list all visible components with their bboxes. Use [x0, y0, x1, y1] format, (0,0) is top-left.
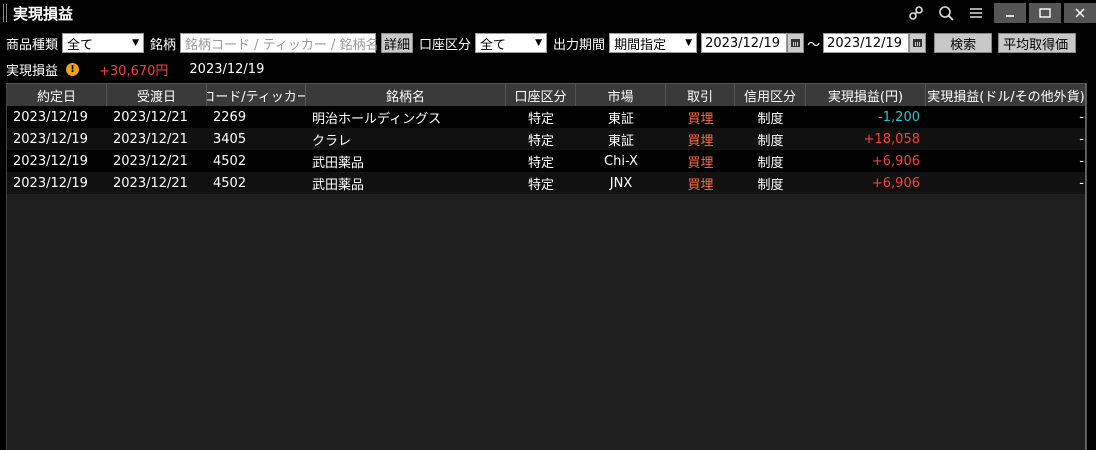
table-row[interactable]: 2023/12/19 2023/12/21 4502 武田薬品 特定 JNX 買…: [7, 172, 1086, 194]
cell-market: 東証: [607, 133, 634, 149]
account-type-value: 全て: [480, 37, 507, 53]
cell-name: 武田薬品: [312, 177, 365, 193]
cell-pl-foreign: -: [1079, 131, 1084, 147]
drag-grip-icon[interactable]: [3, 4, 9, 22]
cell-margin-type: 制度: [757, 133, 784, 149]
table-row[interactable]: 2023/12/19 2023/12/21 2269 明治ホールディングス 特定…: [7, 106, 1086, 128]
product-type-label: 商品種類: [6, 37, 59, 53]
cell-margin-type: 制度: [757, 111, 784, 127]
col-header-pl-foreign[interactable]: 実現損益(ドル/その他外貨): [926, 84, 1086, 106]
cell-account: 特定: [527, 133, 554, 149]
product-type-select[interactable]: 全て ▼: [62, 33, 145, 53]
summary-date: 2023/12/19: [189, 61, 265, 77]
cell-settle-date: 2023/12/21: [113, 131, 188, 147]
cell-pl-jpy: +6,906: [871, 175, 920, 191]
cell-account: 特定: [527, 111, 554, 127]
cell-trade-date: 2023/12/19: [13, 131, 88, 147]
realized-pl-table: 約定日 受渡日 コード/ティッカー 銘柄名 口座区分 市場 取引 信用区分 実現…: [6, 83, 1087, 450]
col-header-name[interactable]: 銘柄名: [306, 84, 506, 106]
cell-code: 2269: [213, 109, 247, 125]
col-header-account[interactable]: 口座区分: [506, 84, 576, 106]
search-icon[interactable]: [931, 0, 961, 26]
calendar-icon: [913, 39, 923, 47]
cell-pl-foreign: -: [1079, 175, 1084, 191]
cell-market: 東証: [607, 111, 634, 127]
cell-name: クラレ: [312, 133, 352, 149]
cell-pl-jpy: +18,058: [863, 131, 920, 147]
period-select[interactable]: 期間指定 ▼: [609, 33, 698, 53]
product-type-value: 全て: [67, 37, 94, 53]
menu-icon[interactable]: [961, 0, 991, 26]
date-from-input[interactable]: 2023/12/19: [701, 33, 788, 53]
date-from-calendar-button[interactable]: [787, 33, 805, 53]
detail-button[interactable]: 詳細: [381, 33, 414, 53]
window-title: 実現損益: [13, 4, 74, 23]
account-type-label: 口座区分: [419, 37, 472, 53]
summary-label: 実現損益: [6, 63, 59, 79]
period-label: 出力期間: [553, 37, 606, 53]
cell-code: 3405: [213, 131, 247, 147]
col-header-pl-jpy[interactable]: 実現損益(円): [806, 84, 926, 106]
date-range-separator: ～: [807, 37, 821, 53]
cell-trade: 買埋: [687, 133, 714, 149]
close-button[interactable]: [1064, 3, 1096, 23]
table-header: 約定日 受渡日 コード/ティッカー 銘柄名 口座区分 市場 取引 信用区分 実現…: [7, 83, 1086, 106]
warning-icon[interactable]: !: [66, 62, 80, 76]
cell-trade-date: 2023/12/19: [13, 175, 88, 191]
cell-name: 武田薬品: [312, 155, 365, 171]
cell-market: JNX: [609, 175, 633, 191]
summary-row: 実現損益 ! +30,670円 2023/12/19: [0, 59, 264, 79]
chevron-down-icon: ▼: [132, 38, 140, 48]
cell-market: Chi-X: [604, 153, 638, 169]
filter-bar: 商品種類 全て ▼ 銘柄 銘柄コード / ティッカー / 銘柄名 ▼ 詳細 口座…: [0, 31, 1096, 55]
period-value: 期間指定: [614, 37, 667, 53]
symbol-label: 銘柄: [150, 37, 177, 53]
cell-pl-jpy: +6,906: [871, 153, 920, 169]
cell-account: 特定: [527, 155, 554, 171]
date-to-input[interactable]: 2023/12/19: [823, 33, 910, 53]
date-to-calendar-button[interactable]: [909, 33, 927, 53]
cell-account: 特定: [527, 177, 554, 193]
col-header-market[interactable]: 市場: [576, 84, 666, 106]
link-icon[interactable]: [901, 0, 931, 26]
chevron-down-icon: ▼: [685, 38, 693, 48]
cell-trade-date: 2023/12/19: [13, 109, 88, 125]
cell-name: 明治ホールディングス: [312, 111, 442, 127]
summary-amount: +30,670円: [99, 63, 169, 79]
account-type-select[interactable]: 全て ▼: [475, 33, 548, 53]
col-header-trade[interactable]: 取引: [666, 84, 735, 106]
minimize-button[interactable]: [994, 3, 1026, 23]
calendar-icon: [791, 39, 801, 47]
title-bar-controls: [901, 0, 1096, 26]
cell-code: 4502: [213, 153, 247, 169]
cell-code: 4502: [213, 175, 247, 191]
maximize-button[interactable]: [1029, 3, 1061, 23]
cell-settle-date: 2023/12/21: [113, 153, 188, 169]
search-button[interactable]: 検索: [934, 33, 993, 53]
average-cost-button[interactable]: 平均取得価: [998, 33, 1077, 53]
vertical-scrollbar[interactable]: [1085, 83, 1086, 450]
chevron-down-icon: ▼: [535, 38, 543, 48]
col-header-margin-type[interactable]: 信用区分: [735, 84, 806, 106]
col-header-code[interactable]: コード/ティッカー: [207, 84, 306, 106]
cell-pl-foreign: -: [1079, 153, 1084, 169]
cell-trade-date: 2023/12/19: [13, 153, 88, 169]
col-header-settle-date[interactable]: 受渡日: [107, 84, 207, 106]
cell-pl-jpy: -1,200: [878, 109, 920, 125]
cell-settle-date: 2023/12/21: [113, 175, 188, 191]
table-row[interactable]: 2023/12/19 2023/12/21 3405 クラレ 特定 東証 買埋 …: [7, 128, 1086, 150]
cell-trade: 買埋: [687, 155, 714, 171]
col-header-trade-date[interactable]: 約定日: [7, 84, 107, 106]
symbol-input[interactable]: 銘柄コード / ティッカー / 銘柄名 ▼: [180, 33, 389, 53]
cell-margin-type: 制度: [757, 177, 784, 193]
cell-trade: 買埋: [687, 111, 714, 127]
title-bar: 実現損益: [0, 0, 1096, 26]
cell-pl-foreign: -: [1079, 109, 1084, 125]
table-row[interactable]: 2023/12/19 2023/12/21 4502 武田薬品 特定 Chi-X…: [7, 150, 1086, 172]
cell-margin-type: 制度: [757, 155, 784, 171]
cell-trade: 買埋: [687, 177, 714, 193]
symbol-placeholder: 銘柄コード / ティッカー / 銘柄名: [185, 37, 379, 53]
cell-settle-date: 2023/12/21: [113, 109, 188, 125]
